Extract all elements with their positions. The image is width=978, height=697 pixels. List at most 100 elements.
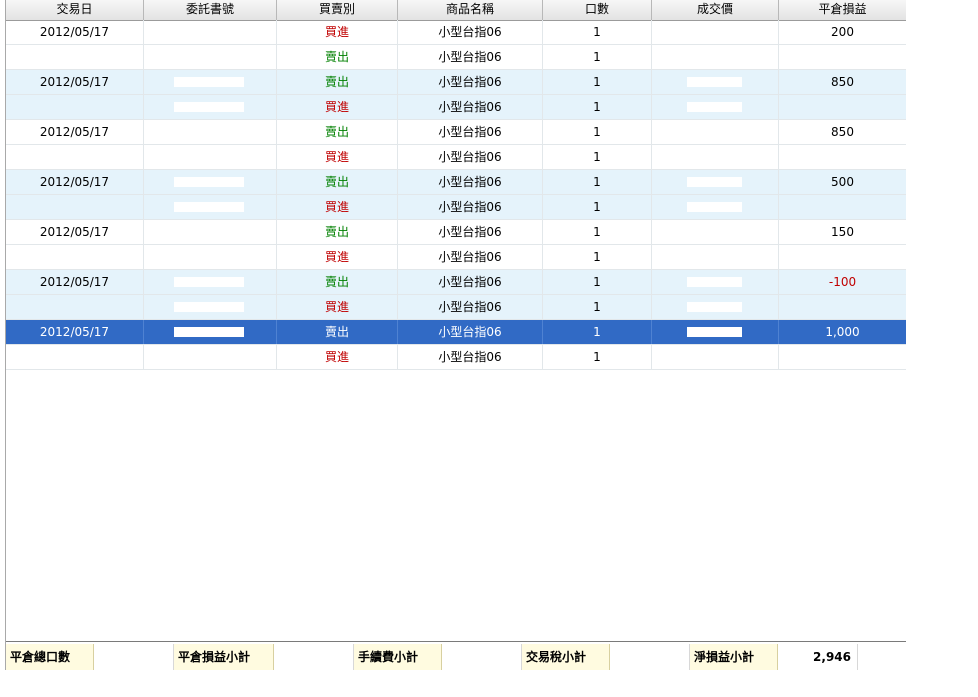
side-cell: 賣出 [277, 270, 398, 294]
table-row[interactable]: 買進 小型台指06 1 [6, 95, 906, 120]
product-cell: 小型台指06 [398, 120, 543, 144]
redaction-mask [687, 177, 742, 187]
side-cell: 賣出 [277, 120, 398, 144]
price-cell [652, 145, 779, 169]
col-header-date[interactable]: 交易日 [6, 0, 144, 20]
total-lots-value [94, 644, 174, 670]
price-cell [652, 120, 779, 144]
side-cell: 買進 [277, 295, 398, 319]
redaction-mask [174, 277, 244, 287]
date-cell: 2012/05/17 [6, 170, 144, 194]
redaction-mask [687, 252, 742, 262]
lots-cell: 1 [543, 20, 652, 44]
pl-cell [779, 145, 906, 169]
col-header-product[interactable]: 商品名稱 [398, 0, 543, 20]
date-cell [6, 295, 144, 319]
table-row[interactable]: 買進 小型台指06 1 [6, 345, 906, 370]
redaction-mask [174, 27, 244, 37]
lots-cell: 1 [543, 195, 652, 219]
price-cell: 7070.00 [652, 45, 779, 69]
redaction-mask [687, 152, 742, 162]
lots-cell: 1 [543, 320, 652, 344]
redaction-mask [687, 27, 742, 37]
product-cell: 小型台指06 [398, 295, 543, 319]
lots-cell: 1 [543, 45, 652, 69]
side-cell: 買進 [277, 20, 398, 44]
order-no-cell [144, 70, 277, 94]
product-cell: 小型台指06 [398, 95, 543, 119]
pl-cell: 850 [831, 125, 854, 139]
product-cell: 小型台指06 [398, 145, 543, 169]
redaction-mask [174, 327, 244, 337]
redaction-mask [687, 52, 742, 62]
col-header-side[interactable]: 買賣別 [277, 0, 398, 20]
order-no-cell [144, 195, 277, 219]
redaction-mask [687, 302, 742, 312]
pl-cell: -100 [828, 275, 857, 289]
order-no-cell [144, 345, 277, 369]
price-cell: 72 [652, 20, 779, 44]
pl-cell: 850 [831, 75, 854, 89]
table-row[interactable]: 2012/05/17 賣出 小型台指06 1 -100 [6, 270, 906, 295]
table-row[interactable]: 買進 小型台指06 1 [6, 245, 906, 270]
pl-cell: 1,000 [825, 325, 860, 339]
redaction-mask [174, 177, 244, 187]
pl-cell: 200 [831, 25, 854, 39]
pl-subtotal-label: 平倉損益小計 [174, 644, 274, 670]
product-cell: 小型台指06 [398, 170, 543, 194]
lots-cell: 1 [543, 295, 652, 319]
pl-cell [779, 245, 906, 269]
table-row[interactable]: 2012/05/17 賣出 小型台指06 1 1,000 [6, 320, 906, 345]
table-header: 交易日 委託書號 買賣別 商品名稱 口數 成交價 平倉損益 [6, 0, 906, 21]
col-header-price[interactable]: 成交價 [652, 0, 779, 20]
side-cell: 賣出 [277, 320, 398, 344]
redaction-mask [174, 127, 244, 137]
side-cell: 買進 [277, 145, 398, 169]
table-row[interactable]: 2012/05/17 賣出 小型台指06 1 850 [6, 70, 906, 95]
col-header-order-no[interactable]: 委託書號 [144, 0, 277, 20]
table-row[interactable]: 買進小型台指0617208.00 [6, 195, 906, 220]
order-no-cell [144, 270, 277, 294]
order-no-cell: Y056590 [144, 120, 277, 144]
table-row[interactable]: 2012/05/17Y056590賣出小型台指061 850 [6, 120, 906, 145]
order-no-cell: V104500 [144, 145, 277, 169]
redaction-mask [174, 227, 244, 237]
order-no-cell [144, 295, 277, 319]
col-header-pl[interactable]: 平倉損益 [779, 0, 906, 20]
date-cell: 2012/05/17 [6, 220, 144, 244]
pl-cell [779, 195, 906, 219]
total-lots-label: 平倉總口數 [6, 644, 94, 670]
table-row[interactable]: 買進 小型台指06 1 [6, 295, 906, 320]
order-no-cell [144, 320, 277, 344]
fee-subtotal-value [442, 644, 522, 670]
product-cell: 小型台指06 [398, 320, 543, 344]
table-row[interactable]: 2012/05/17 賣出 小型台指06 1 500 [6, 170, 906, 195]
table-row[interactable]: V104500買進小型台指061 [6, 145, 906, 170]
redaction-mask [687, 202, 742, 212]
redaction-mask [174, 302, 244, 312]
lots-cell: 1 [543, 345, 652, 369]
pl-subtotal-value [274, 644, 354, 670]
pl-cell [779, 295, 906, 319]
side-cell: 買進 [277, 245, 398, 269]
product-cell: 小型台指06 [398, 195, 543, 219]
product-cell: 小型台指06 [398, 270, 543, 294]
lots-cell: 1 [543, 95, 652, 119]
lots-cell: 1 [543, 120, 652, 144]
table-row[interactable]: 2012/05/17 賣出 小型台指06 1 150 [6, 220, 906, 245]
date-cell [6, 195, 144, 219]
side-cell: 賣出 [277, 220, 398, 244]
col-header-lots[interactable]: 口數 [543, 0, 652, 20]
trade-history-panel: 交易日 委託書號 買賣別 商品名稱 口數 成交價 平倉損益 2012/05/17… [5, 0, 906, 672]
table-row[interactable]: 2012/05/173990買進小型台指06172 200 [6, 20, 906, 45]
tax-subtotal-label: 交易稅小計 [522, 644, 610, 670]
trade-table: 2012/05/173990買進小型台指06172200賣出小型台指061707… [6, 20, 906, 370]
product-cell: 小型台指06 [398, 70, 543, 94]
redaction-mask [174, 152, 244, 162]
table-row[interactable]: 賣出小型台指0617070.00 [6, 45, 906, 70]
price-cell [652, 245, 779, 269]
tax-subtotal-value [610, 644, 690, 670]
date-cell [6, 345, 144, 369]
side-cell: 賣出 [277, 170, 398, 194]
redaction-mask [174, 252, 244, 262]
